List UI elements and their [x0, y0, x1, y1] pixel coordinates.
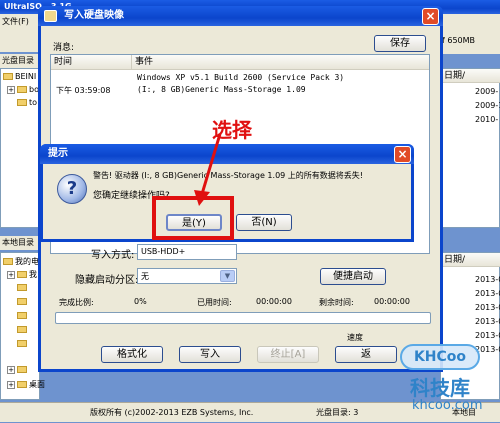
watermark: KHCoo 科技库 khcoo.com — [392, 340, 498, 420]
progress-bar — [55, 312, 431, 324]
annotation-arrow-icon — [194, 133, 222, 206]
tree-item[interactable] — [17, 297, 29, 306]
hidden-partition-label: 隐藏启动分区: — [75, 275, 139, 286]
expand-icon[interactable]: + — [7, 365, 15, 374]
date-cell: 2013-0 — [475, 289, 500, 298]
date-cell: 2013-0 — [475, 331, 500, 340]
desktop-icon — [17, 381, 27, 388]
folder-icon — [17, 298, 27, 305]
time-column-header[interactable]: 时间 — [51, 55, 131, 70]
date-cell: 2013-0 — [475, 275, 500, 284]
prompt-title: 提示 — [48, 148, 68, 159]
back-button[interactable]: 返 — [335, 346, 397, 363]
watermark-brand: 科技库 — [410, 376, 470, 400]
close-icon[interactable]: × — [394, 146, 411, 163]
chevron-down-icon[interactable]: ▼ — [220, 270, 235, 282]
write-button[interactable]: 写入 — [179, 346, 241, 363]
disc-file-list[interactable]: 日期/ 2009- 2009-1 2010- — [440, 68, 500, 228]
tree-item[interactable]: to — [17, 98, 37, 107]
status-copyright: 版权所有 (c)2002-2013 EZB Systems, Inc. — [90, 408, 254, 417]
tree-item[interactable]: + 桌面 — [7, 379, 45, 390]
elapsed-value: 00:00:00 — [256, 297, 292, 306]
watermark-logo-icon: KHCoo — [400, 344, 480, 370]
log-event: Windows XP v5.1 Build 2600 (Service Pack… — [137, 73, 345, 82]
log-row: Windows XP v5.1 Build 2600 (Service Pack… — [51, 73, 429, 85]
remaining-label: 剩余时间: — [319, 298, 354, 307]
date-cell: 2010- — [475, 115, 499, 124]
computer-icon — [3, 258, 13, 265]
format-button[interactable]: 格式化 — [101, 346, 163, 363]
folder-icon — [17, 326, 27, 333]
elapsed-label: 已用时间: — [197, 298, 232, 307]
stop-button[interactable]: 终止[A] — [257, 346, 319, 363]
log-time: 下午 03:59:08 — [56, 86, 111, 95]
log-row: 下午 03:59:08 (I:, 8 GB)Generic Mass-Stora… — [51, 85, 429, 97]
write-method-label: 写入方式: — [91, 250, 135, 261]
message-label: 消息: — [53, 43, 75, 53]
local-dir-bar: 本地目录 — [0, 236, 40, 250]
folder-icon — [17, 340, 27, 347]
folder-icon — [17, 284, 27, 291]
status-disc: 光盘目录: 3 — [316, 408, 359, 417]
tree-item[interactable]: BEINI — [3, 72, 36, 81]
tree-item[interactable] — [17, 311, 29, 320]
disc-dir-bar: 光盘目录 — [0, 54, 40, 68]
hidden-partition-value: 无 — [141, 272, 149, 281]
tree-item[interactable] — [17, 325, 29, 334]
disc-dir-label: 光盘目录 — [2, 56, 34, 65]
expand-icon[interactable]: + — [7, 380, 15, 389]
watermark-logo-text: KHCoo — [413, 349, 467, 365]
quick-boot-button[interactable]: 便捷启动 — [320, 268, 386, 285]
no-button[interactable]: 否(N) — [236, 214, 292, 231]
folder-icon — [17, 271, 27, 278]
expand-icon[interactable]: + — [7, 270, 15, 279]
save-button[interactable]: 保存 — [374, 35, 426, 52]
local-dir-label: 本地目录 — [2, 238, 34, 247]
size-indicator: f 650MB — [442, 36, 476, 45]
tree-item[interactable] — [17, 283, 29, 292]
tree-item[interactable]: + bo — [7, 85, 39, 94]
tree-item[interactable]: 我的电 — [3, 256, 39, 267]
folder-icon — [17, 312, 27, 319]
main-toolbar-left — [0, 30, 40, 52]
question-icon: ? — [57, 174, 87, 204]
tree-item[interactable] — [17, 339, 29, 348]
progress-value: 0% — [134, 297, 147, 306]
disc-icon — [3, 73, 13, 80]
folder-icon — [17, 99, 27, 106]
main-toolbar-right: f 650MB — [440, 14, 500, 54]
main-menubar: 文件(F) — [0, 14, 40, 30]
event-column-header[interactable]: 事件 — [131, 55, 429, 70]
write-dialog-titlebar: 写入硬盘映像 — [38, 6, 443, 26]
date-column-header[interactable]: 日期/ — [441, 253, 500, 267]
date-cell: 2013-0 — [475, 303, 500, 312]
disc-tree[interactable]: BEINI + bo to — [0, 68, 40, 228]
write-method-select[interactable]: USB-HDD+ — [137, 244, 237, 260]
log-event: (I:, 8 GB)Generic Mass-Storage 1.09 — [137, 85, 306, 94]
folder-icon — [17, 366, 27, 373]
local-tree[interactable]: 我的电 + 我 + + 桌面 — [0, 252, 45, 400]
date-cell: 2009- — [475, 87, 499, 96]
date-column-header[interactable]: 日期/ — [441, 69, 500, 83]
folder-icon — [17, 86, 27, 93]
menu-file[interactable]: 文件(F) — [2, 17, 29, 26]
remaining-value: 00:00:00 — [374, 297, 410, 306]
date-cell: 2009-1 — [475, 101, 500, 110]
speed-label: 速度 — [347, 333, 363, 342]
progress-label: 完成比例: — [59, 298, 94, 307]
app-icon — [44, 10, 57, 22]
close-icon[interactable]: × — [422, 8, 439, 25]
write-method-value: USB-HDD+ — [141, 247, 186, 256]
tree-item[interactable]: + 我 — [7, 269, 37, 280]
watermark-url: khcoo.com — [412, 398, 483, 413]
tree-item[interactable]: + — [7, 365, 29, 374]
hidden-partition-select[interactable]: 无 ▼ — [137, 268, 237, 284]
date-cell: 2013-0 — [475, 317, 500, 326]
write-dialog-title: 写入硬盘映像 — [64, 10, 124, 21]
expand-icon[interactable]: + — [7, 85, 15, 94]
